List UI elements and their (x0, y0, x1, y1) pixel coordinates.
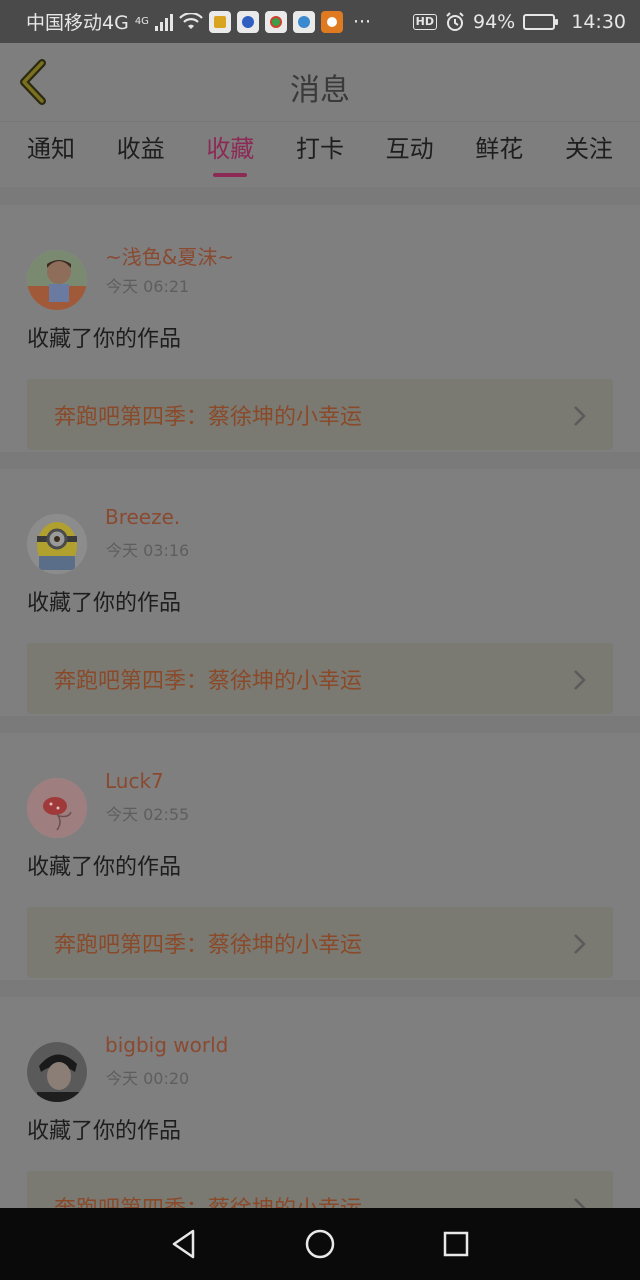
avatar-image (27, 778, 87, 838)
chevron-right-icon (574, 934, 586, 954)
tab-label: 关注 (564, 135, 613, 163)
tab-following[interactable]: 关注 (565, 122, 613, 187)
timestamp: 今天 03:16 (106, 541, 190, 560)
tab-label: 互动 (385, 135, 434, 163)
hd-badge: HD (412, 13, 437, 30)
work-link[interactable]: 奔跑吧第四季：蔡徐坤的小幸运 (27, 1171, 613, 1208)
chevron-right-icon (574, 1198, 586, 1208)
header: 消息 (0, 43, 640, 121)
home-circle-icon (305, 1229, 335, 1259)
signal-icon (154, 13, 173, 31)
notification-card: ~浅色&夏沫~ 今天 06:21 收藏了你的作品 奔跑吧第四季：蔡徐坤的小幸运 (0, 205, 640, 452)
clock: 14:30 (571, 10, 626, 33)
status-right: HD 94% 14:30 (412, 10, 626, 33)
user-name[interactable]: ~浅色&夏沫~ (105, 241, 234, 270)
tab-label: 收益 (116, 135, 165, 163)
battery-icon (523, 13, 559, 30)
action-text: 收藏了你的作品 (27, 327, 182, 352)
user-name[interactable]: Breeze. (105, 505, 180, 529)
avatar[interactable] (27, 778, 87, 838)
action-text: 收藏了你的作品 (27, 1119, 182, 1144)
work-link[interactable]: 奔跑吧第四季：蔡徐坤的小幸运 (27, 643, 613, 714)
carrier-text: 中国移动4G (26, 12, 129, 34)
avatar-image (27, 1042, 87, 1102)
tab-favorites[interactable]: 收藏 (206, 122, 254, 187)
notification-list: ~浅色&夏沫~ 今天 06:21 收藏了你的作品 奔跑吧第四季：蔡徐坤的小幸运 … (0, 187, 640, 1208)
work-title: 奔跑吧第四季：蔡徐坤的小幸运 (54, 405, 363, 430)
work-title: 奔跑吧第四季：蔡徐坤的小幸运 (54, 933, 363, 958)
network-badge: 4G (134, 16, 149, 27)
tab-label: 鲜花 (475, 135, 524, 163)
work-link[interactable]: 奔跑吧第四季：蔡徐坤的小幸运 (27, 379, 613, 450)
user-name[interactable]: Luck7 (105, 769, 164, 793)
status-left: 中国移动4G 4G ··· (26, 8, 413, 35)
tab-notice[interactable]: 通知 (27, 122, 75, 187)
back-triangle-icon (172, 1229, 195, 1259)
timestamp: 今天 02:55 (106, 805, 190, 824)
status-bar: 中国移动4G 4G ··· HD 94% 14:30 (0, 0, 640, 43)
notification-card: Breeze. 今天 03:16 收藏了你的作品 奔跑吧第四季：蔡徐坤的小幸运 (0, 469, 640, 716)
alarm-icon (446, 11, 464, 31)
avatar[interactable] (27, 1042, 87, 1102)
nav-home-button[interactable] (298, 1222, 342, 1266)
tab-label: 通知 (27, 135, 75, 163)
tab-bar: 通知 收益 收藏 打卡 互动 鲜花 关注 (0, 121, 640, 187)
avatar-image (27, 250, 87, 310)
tab-label: 打卡 (295, 135, 344, 163)
active-tab-indicator (213, 173, 248, 177)
notification-card: Luck7 今天 02:55 收藏了你的作品 奔跑吧第四季：蔡徐坤的小幸运 (0, 733, 640, 980)
uc-browser-icon (320, 10, 343, 33)
work-title: 奔跑吧第四季：蔡徐坤的小幸运 (54, 1191, 362, 1208)
timestamp: 今天 00:20 (106, 1069, 190, 1088)
action-text: 收藏了你的作品 (27, 855, 182, 880)
app-notification-icon (208, 10, 231, 33)
user-name[interactable]: bigbig world (105, 1033, 228, 1057)
app-screen: 中国移动4G 4G ··· HD 94% 14:30 消息 通知 收益 收藏 打… (0, 0, 640, 1280)
notification-card: bigbig world 今天 00:20 收藏了你的作品 奔跑吧第四季：蔡徐坤… (0, 997, 640, 1208)
avatar[interactable] (27, 250, 87, 310)
tab-label: 收藏 (206, 135, 255, 163)
action-text: 收藏了你的作品 (27, 591, 182, 616)
nav-back-button[interactable] (162, 1222, 206, 1266)
page-title: 消息 (290, 73, 350, 108)
system-nav-bar (0, 1208, 640, 1280)
tab-interaction[interactable]: 互动 (386, 122, 434, 187)
cloud-app-icon (292, 10, 315, 33)
recents-square-icon (443, 1231, 469, 1257)
tab-earnings[interactable]: 收益 (117, 122, 165, 187)
wifi-icon (179, 12, 203, 29)
avatar[interactable] (27, 514, 87, 574)
battery-percent: 94% (473, 10, 516, 33)
tab-flowers[interactable]: 鲜花 (475, 122, 523, 187)
tab-checkin[interactable]: 打卡 (296, 122, 344, 187)
more-notifications-icon: ··· (352, 10, 372, 33)
work-title: 奔跑吧第四季：蔡徐坤的小幸运 (54, 669, 363, 694)
chevron-right-icon (574, 406, 586, 426)
nav-recents-button[interactable] (434, 1222, 478, 1266)
timestamp: 今天 06:21 (106, 277, 190, 296)
paw-app-icon (236, 10, 259, 33)
browser-app-icon (264, 10, 287, 33)
chevron-right-icon (574, 670, 586, 690)
avatar-image (27, 514, 87, 574)
work-link[interactable]: 奔跑吧第四季：蔡徐坤的小幸运 (27, 907, 613, 978)
